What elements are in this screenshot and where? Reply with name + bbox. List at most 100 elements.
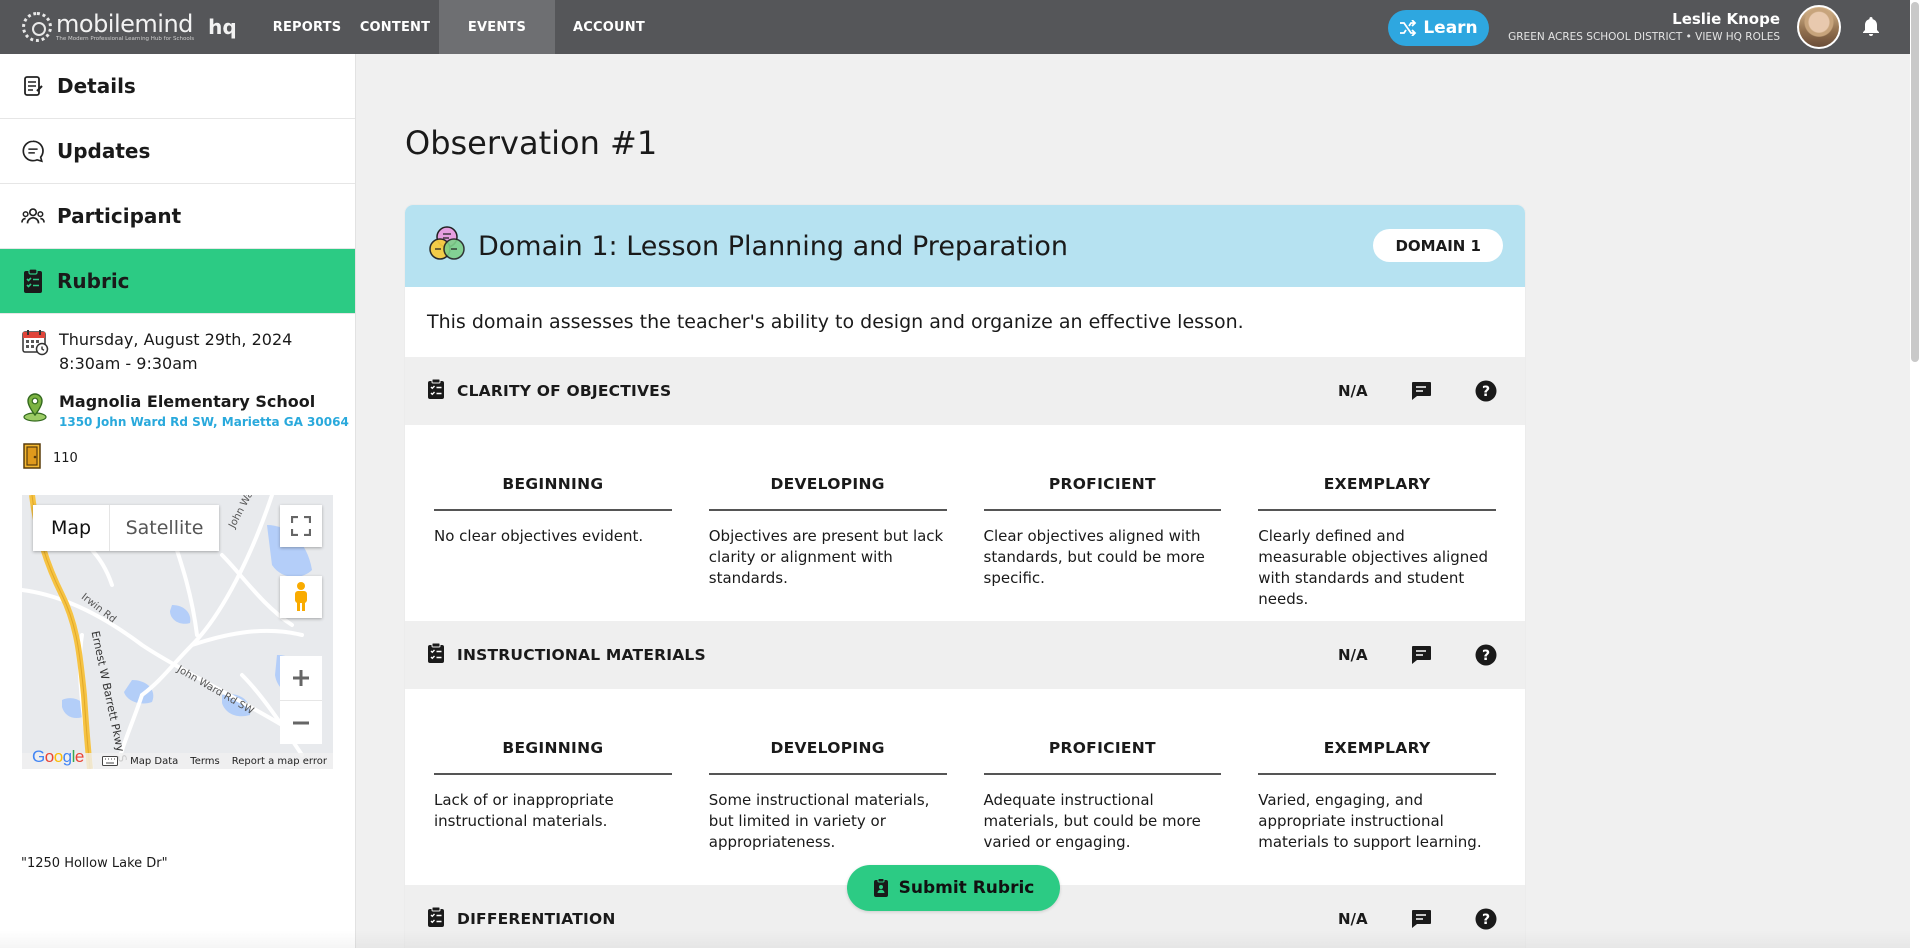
level-developing[interactable]: DEVELOPING Objectives are present but la… [708, 475, 947, 621]
map-pin-icon [21, 392, 49, 429]
level-name: BEGINNING [434, 475, 672, 511]
level-developing[interactable]: DEVELOPING Some instructional materials,… [708, 739, 947, 885]
user-name: Leslie Knope [1672, 10, 1780, 28]
criterion-title: CLARITY OF OBJECTIVES [457, 382, 672, 400]
nav-events[interactable]: EVENTS [439, 0, 555, 54]
logo-tagline: The Modern Professional Learning Hub for… [56, 35, 195, 42]
nav-content[interactable]: CONTENT [351, 0, 439, 54]
rubric-domain-card: Domain 1: Lesson Planning and Preparatio… [405, 205, 1525, 948]
criterion-title: INSTRUCTIONAL MATERIALS [457, 646, 706, 664]
learn-button[interactable]: Learn [1388, 10, 1489, 46]
location-map[interactable]: John Ward Rd Irwin Rd John Ward Rd SW Er… [22, 495, 333, 769]
criterion-score[interactable]: N/A [1338, 910, 1368, 928]
bell-icon[interactable] [1859, 15, 1883, 39]
level-description: Lack of or inappropriate instructional m… [434, 791, 614, 830]
logo-hq: hq [208, 15, 237, 39]
sidebar-item-label: Details [57, 74, 136, 98]
room-number: 110 [53, 450, 78, 466]
mobilemind-logo[interactable]: mobilemind The Modern Professional Learn… [22, 0, 262, 54]
page-scrollbar[interactable] [1910, 0, 1920, 948]
level-name: PROFICIENT [983, 739, 1222, 775]
map-data-link[interactable]: Map Data [130, 756, 178, 767]
people-icon [21, 204, 45, 228]
criterion-score[interactable]: N/A [1338, 382, 1368, 400]
domain-description: This domain assesses the teacher's abili… [427, 311, 1244, 333]
level-name: PROFICIENT [983, 475, 1222, 511]
map-terms-link[interactable]: Terms [190, 756, 219, 767]
details-icon [21, 74, 45, 98]
pegman-icon [295, 582, 307, 611]
criterion-title: DIFFERENTIATION [457, 910, 616, 928]
level-name: DEVELOPING [708, 475, 947, 511]
level-beginning[interactable]: BEGINNING No clear objectives evident. [434, 475, 672, 621]
level-proficient[interactable]: PROFICIENT Clear objectives aligned with… [983, 475, 1222, 621]
help-icon[interactable]: ? [1475, 380, 1497, 402]
domain-title: Domain 1: Lesson Planning and Preparatio… [478, 230, 1068, 262]
sidebar-item-updates[interactable]: Updates [0, 119, 355, 184]
submit-rubric-button[interactable]: Submit Rubric [847, 865, 1060, 911]
street-view-pegman[interactable] [280, 576, 322, 618]
location-note: "1250 Hollow Lake Dr" [21, 856, 168, 871]
domain-venn-icon [426, 224, 468, 268]
level-description: Objectives are present but lack clarity … [708, 527, 944, 587]
avatar[interactable] [1797, 5, 1841, 49]
clipboard-check-icon [427, 378, 445, 404]
help-icon[interactable]: ? [1475, 644, 1497, 666]
level-description: Some instructional materials, but limite… [708, 791, 930, 851]
top-navigation-bar: mobilemind The Modern Professional Learn… [0, 0, 1910, 54]
level-description: Adequate instructional materials, but co… [983, 791, 1201, 851]
help-icon[interactable]: ? [1475, 908, 1497, 930]
chat-bubble-icon [21, 139, 45, 163]
sidebar-item-label: Rubric [57, 269, 130, 293]
map-report-error-link[interactable]: Report a map error [232, 756, 327, 767]
level-proficient[interactable]: PROFICIENT Adequate instructional materi… [983, 739, 1222, 885]
plus-icon [293, 670, 309, 686]
comment-icon[interactable] [1410, 908, 1432, 930]
minus-icon [293, 721, 309, 724]
criterion-levels: BEGINNING No clear objectives evident. D… [405, 425, 1525, 621]
clipboard-icon [21, 268, 45, 293]
sidebar-item-participant[interactable]: Participant [0, 184, 355, 249]
level-exemplary[interactable]: EXEMPLARY Varied, engaging, and appropri… [1258, 739, 1496, 885]
door-icon [21, 443, 43, 473]
level-name: EXEMPLARY [1258, 475, 1496, 511]
map-fullscreen-button[interactable] [280, 505, 322, 547]
nav-reports[interactable]: REPORTS [263, 0, 351, 54]
google-logo: Google [32, 747, 84, 766]
main-nav: REPORTS CONTENT EVENTS ACCOUNT [263, 0, 663, 54]
level-name: EXEMPLARY [1258, 739, 1496, 775]
fullscreen-icon [291, 516, 311, 536]
level-exemplary[interactable]: EXEMPLARY Clearly defined and measurable… [1258, 475, 1496, 621]
logo-name: mobilemind [56, 9, 193, 38]
event-date: Thursday, August 29th, 2024 [59, 330, 293, 349]
satellite-view-button[interactable]: Satellite [109, 505, 219, 551]
sidebar-item-details[interactable]: Details [0, 54, 355, 119]
level-beginning[interactable]: BEGINNING Lack of or inappropriate instr… [434, 739, 672, 885]
event-room: 110 [0, 443, 355, 473]
level-description: No clear objectives evident. [434, 527, 644, 545]
map-type-toggle: Map Satellite [33, 505, 219, 551]
criterion-header: CLARITY OF OBJECTIVES N/A ? [405, 357, 1525, 425]
scrollbar-thumb[interactable] [1911, 2, 1919, 362]
sidebar-item-label: Participant [57, 204, 182, 228]
submit-label: Submit Rubric [898, 878, 1035, 898]
clipboard-person-icon [873, 878, 888, 897]
location-address-link[interactable]: 1350 John Ward Rd SW, Marietta GA 30064 [59, 415, 349, 429]
shuffle-icon [1400, 20, 1417, 36]
user-district-roles[interactable]: GREEN ACRES SCHOOL DISTRICT • VIEW HQ RO… [1508, 31, 1780, 43]
sidebar-item-label: Updates [57, 139, 151, 163]
map-zoom-in-button[interactable] [280, 656, 322, 700]
learn-label: Learn [1423, 18, 1478, 38]
comment-icon[interactable] [1410, 380, 1432, 402]
user-info[interactable]: Leslie Knope GREEN ACRES SCHOOL DISTRICT… [1508, 10, 1780, 43]
sidebar-item-rubric[interactable]: Rubric [0, 249, 355, 314]
map-view-button[interactable]: Map [33, 505, 109, 551]
logo-mark-icon [22, 12, 52, 42]
criterion-score[interactable]: N/A [1338, 646, 1368, 664]
keyboard-icon[interactable] [102, 756, 119, 766]
level-description: Varied, engaging, and appropriate instru… [1258, 791, 1482, 851]
comment-icon[interactable] [1410, 644, 1432, 666]
page-title: Observation #1 [405, 124, 658, 162]
map-zoom-out-button[interactable] [280, 700, 322, 744]
nav-account[interactable]: ACCOUNT [555, 0, 663, 54]
